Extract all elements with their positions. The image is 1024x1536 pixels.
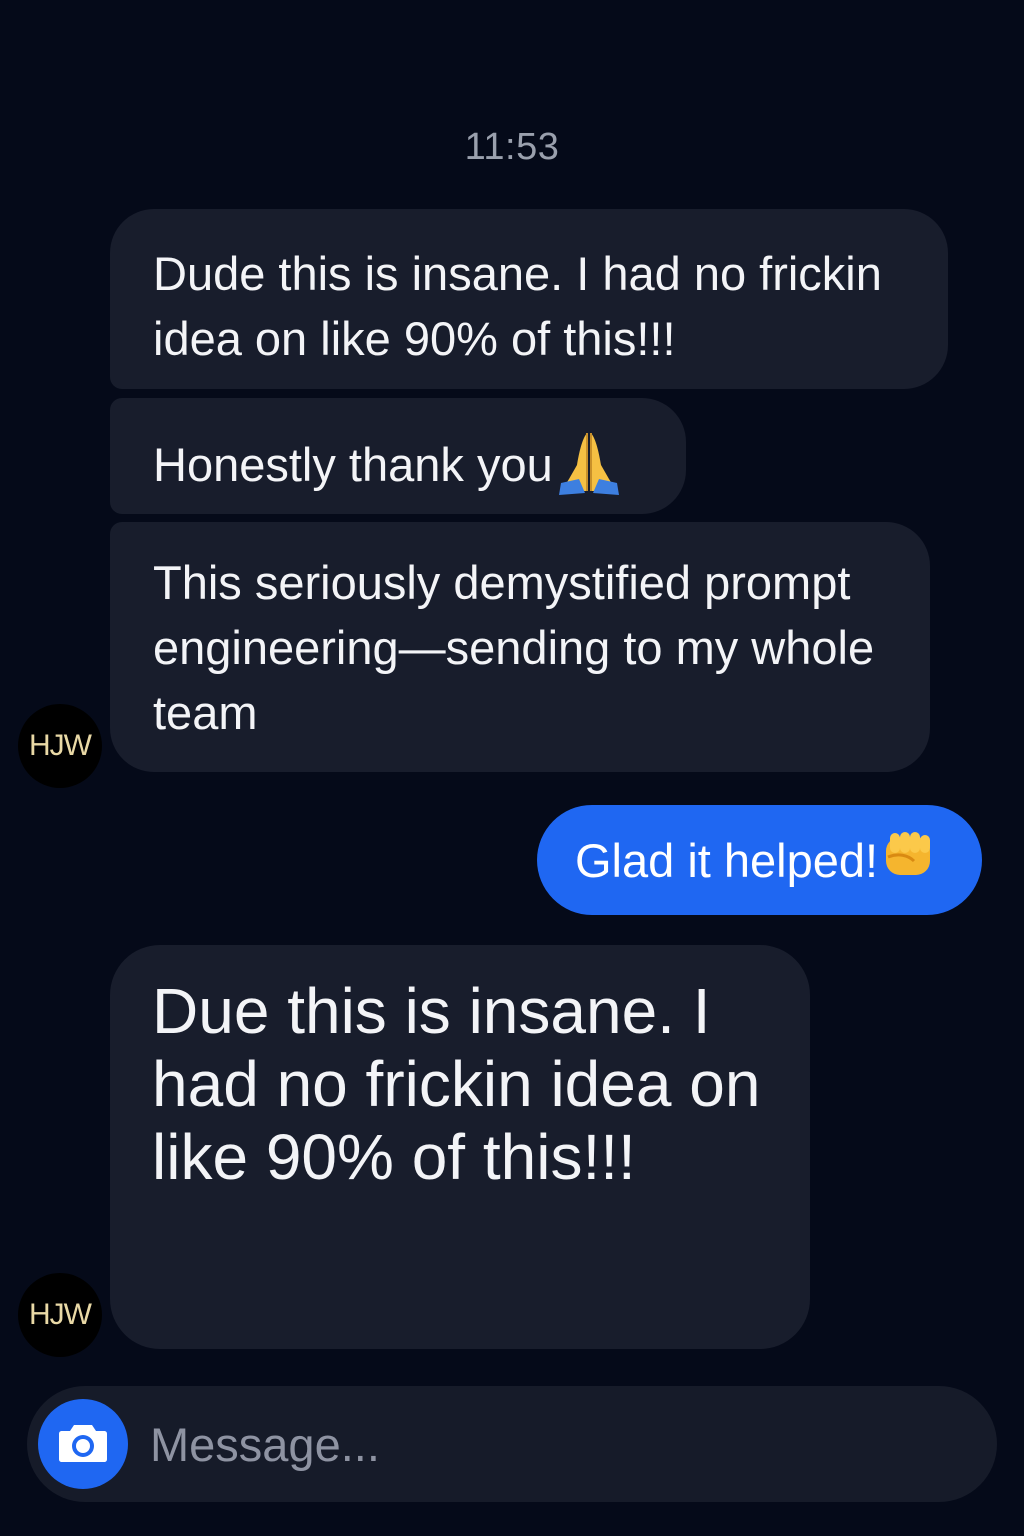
camera-icon xyxy=(58,1421,108,1468)
message-text: Glad it helped! xyxy=(575,833,879,887)
incoming-message-bubble[interactable]: Honestly thank you xyxy=(110,398,686,514)
outgoing-message-bubble[interactable]: Glad it helped! xyxy=(537,805,982,915)
avatar[interactable]: HJW xyxy=(18,1273,102,1357)
raised-fist-icon xyxy=(880,829,936,892)
incoming-message-bubble[interactable]: Dude this is insane. I had no frickin id… xyxy=(110,209,948,389)
avatar[interactable]: HJW xyxy=(18,704,102,788)
folded-hands-icon xyxy=(555,427,623,510)
message-composer: Message... xyxy=(27,1386,997,1502)
incoming-message-bubble[interactable]: This seriously demystified prompt engine… xyxy=(110,522,930,772)
message-text: This seriously demystified prompt engine… xyxy=(153,556,875,739)
message-text: Due this is insane. I had no frickin ide… xyxy=(152,975,761,1193)
message-input[interactable]: Message... xyxy=(150,1386,380,1502)
message-text: Dude this is insane. I had no frickin id… xyxy=(153,247,882,365)
incoming-message-bubble[interactable]: Due this is insane. I had no frickin ide… xyxy=(110,945,810,1349)
timestamp: 11:53 xyxy=(464,126,560,168)
camera-button[interactable] xyxy=(38,1399,128,1489)
message-text: Honestly thank you xyxy=(153,437,553,491)
